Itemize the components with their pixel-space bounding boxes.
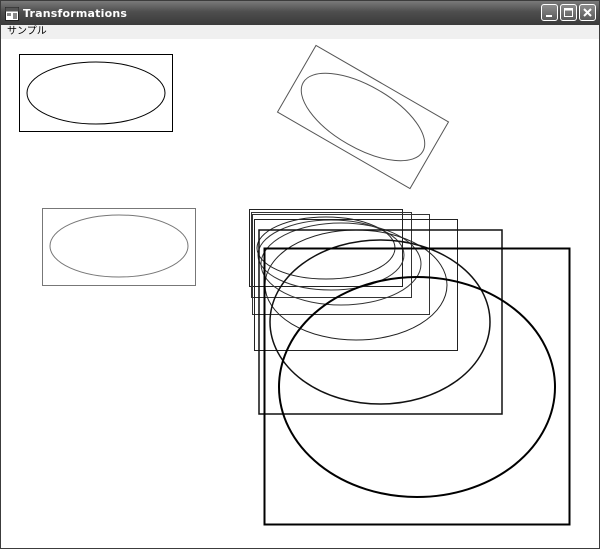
shape-rotated (276, 44, 450, 190)
title-bar[interactable]: Transformations (1, 1, 599, 25)
scaled-rectangle-2 (251, 212, 412, 298)
scaled-rectangle-4 (254, 219, 458, 351)
menu-bar: サンプル (1, 25, 599, 39)
transformations-drawing (19, 44, 571, 526)
shape-translated (42, 208, 196, 286)
original-rectangle (19, 54, 173, 132)
app-window-icon (5, 6, 19, 21)
close-button[interactable] (579, 4, 596, 21)
translated-rectangle (42, 208, 196, 286)
window-title: Transformations (23, 6, 128, 20)
maximize-icon (564, 8, 573, 17)
window-controls (541, 4, 596, 21)
minimize-button[interactable] (541, 4, 558, 21)
scaled-rectangle-5 (258, 229, 503, 415)
translated-ellipse (49, 214, 189, 278)
app-window: Transformations サンプル (0, 0, 600, 549)
scaled-ellipse-6 (278, 276, 556, 498)
menu-item-sample[interactable]: サンプル (7, 25, 47, 38)
rotated-rectangle (276, 44, 450, 190)
rotated-ellipse (300, 72, 426, 162)
shape-original (19, 54, 173, 132)
maximize-button[interactable] (560, 4, 577, 21)
scaled-rectangle-6 (263, 247, 571, 526)
minimize-icon (546, 15, 552, 17)
close-icon (583, 8, 592, 17)
original-ellipse (26, 61, 166, 125)
shape-scaled-series (249, 209, 571, 526)
drawing-canvas (1, 39, 599, 548)
